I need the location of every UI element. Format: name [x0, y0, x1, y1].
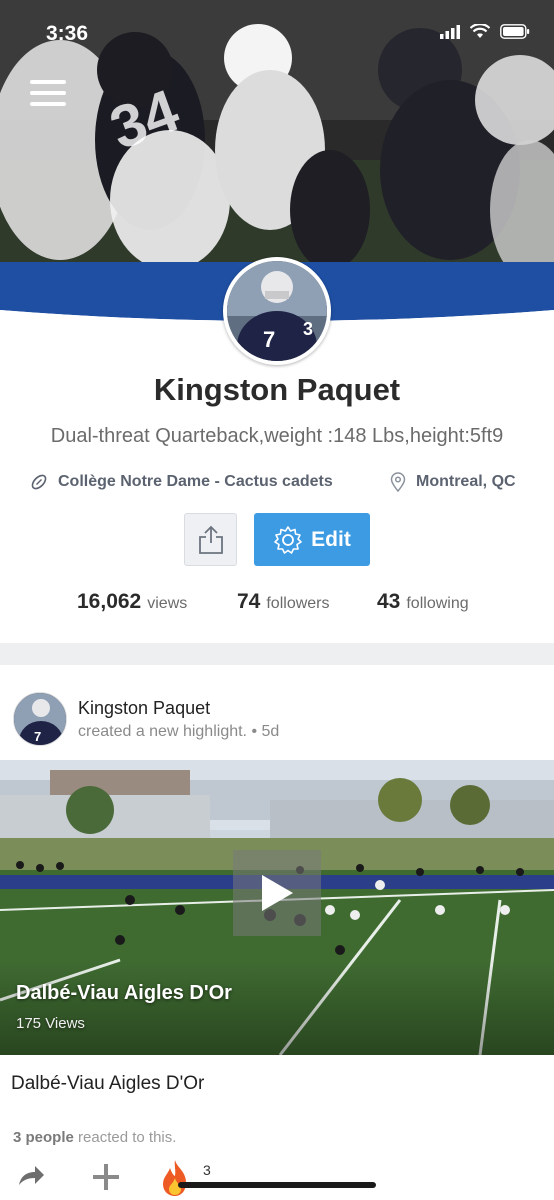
post-action-bar: 3	[0, 1155, 554, 1200]
share-button[interactable]	[184, 513, 237, 566]
edit-label: Edit	[311, 527, 351, 551]
views-count: 16,062	[77, 590, 142, 613]
location-info[interactable]: Montreal, QC	[390, 470, 516, 494]
profile-stats: 16,062 views 74 followers 43 following	[0, 590, 554, 620]
forward-arrow-icon[interactable]	[16, 1163, 46, 1194]
reactions-summary[interactable]: 3 people reacted to this.	[13, 1129, 176, 1146]
svg-text:7: 7	[263, 327, 275, 352]
reactions-label: reacted to this.	[78, 1129, 177, 1146]
video-views: 175 Views	[16, 1015, 85, 1032]
play-icon	[262, 875, 293, 911]
post-author-avatar[interactable]: 7	[13, 692, 67, 746]
signal-icon	[440, 24, 460, 39]
status-icons	[440, 24, 530, 39]
svg-text:7: 7	[34, 729, 41, 744]
home-indicator[interactable]	[178, 1182, 376, 1188]
plus-icon[interactable]	[92, 1163, 120, 1196]
stat-following[interactable]: 43 following	[377, 590, 469, 614]
fire-count: 3	[203, 1162, 211, 1178]
followers-label: followers	[266, 595, 330, 612]
share-icon	[198, 525, 223, 554]
following-label: following	[406, 595, 469, 612]
reactions-count: 3 people	[13, 1129, 74, 1146]
profile-name: Kingston Paquet	[153, 372, 401, 407]
post-activity: created a new highlight. • 5d	[78, 723, 280, 740]
post-caption: Dalbé-Viau Aigles D'Or	[11, 1073, 205, 1094]
school-name: Collège Notre Dame - Cactus cadets	[58, 473, 333, 490]
status-time: 3:36	[46, 22, 89, 45]
wifi-icon	[470, 24, 490, 38]
post-author-name[interactable]: Kingston Paquet	[78, 698, 210, 719]
following-count: 43	[377, 590, 401, 613]
location-name: Montreal, QC	[416, 473, 516, 490]
views-label: views	[147, 595, 188, 612]
followers-count: 74	[237, 590, 261, 613]
school-info[interactable]: Collège Notre Dame - Cactus cadets	[30, 470, 333, 494]
football-icon	[30, 473, 48, 491]
stat-views[interactable]: 16,062 views	[77, 590, 187, 614]
location-pin-icon	[390, 472, 406, 492]
status-bar: 3:36	[0, 0, 554, 66]
battery-icon	[500, 24, 530, 39]
menu-icon[interactable]	[30, 78, 68, 108]
svg-text:3: 3	[303, 319, 313, 339]
profile-bio: Dual-threat Quarteback,weight :148 Lbs,h…	[50, 425, 504, 447]
section-divider	[0, 643, 554, 665]
fire-icon[interactable]	[158, 1158, 192, 1200]
edit-profile-button[interactable]: Edit	[254, 513, 370, 566]
stat-followers[interactable]: 74 followers	[237, 590, 330, 614]
gear-icon	[274, 525, 302, 554]
play-button[interactable]	[233, 850, 321, 936]
video-title: Dalbé-Viau Aigles D'Or	[16, 982, 232, 1004]
profile-avatar[interactable]: 7 3	[223, 257, 331, 365]
